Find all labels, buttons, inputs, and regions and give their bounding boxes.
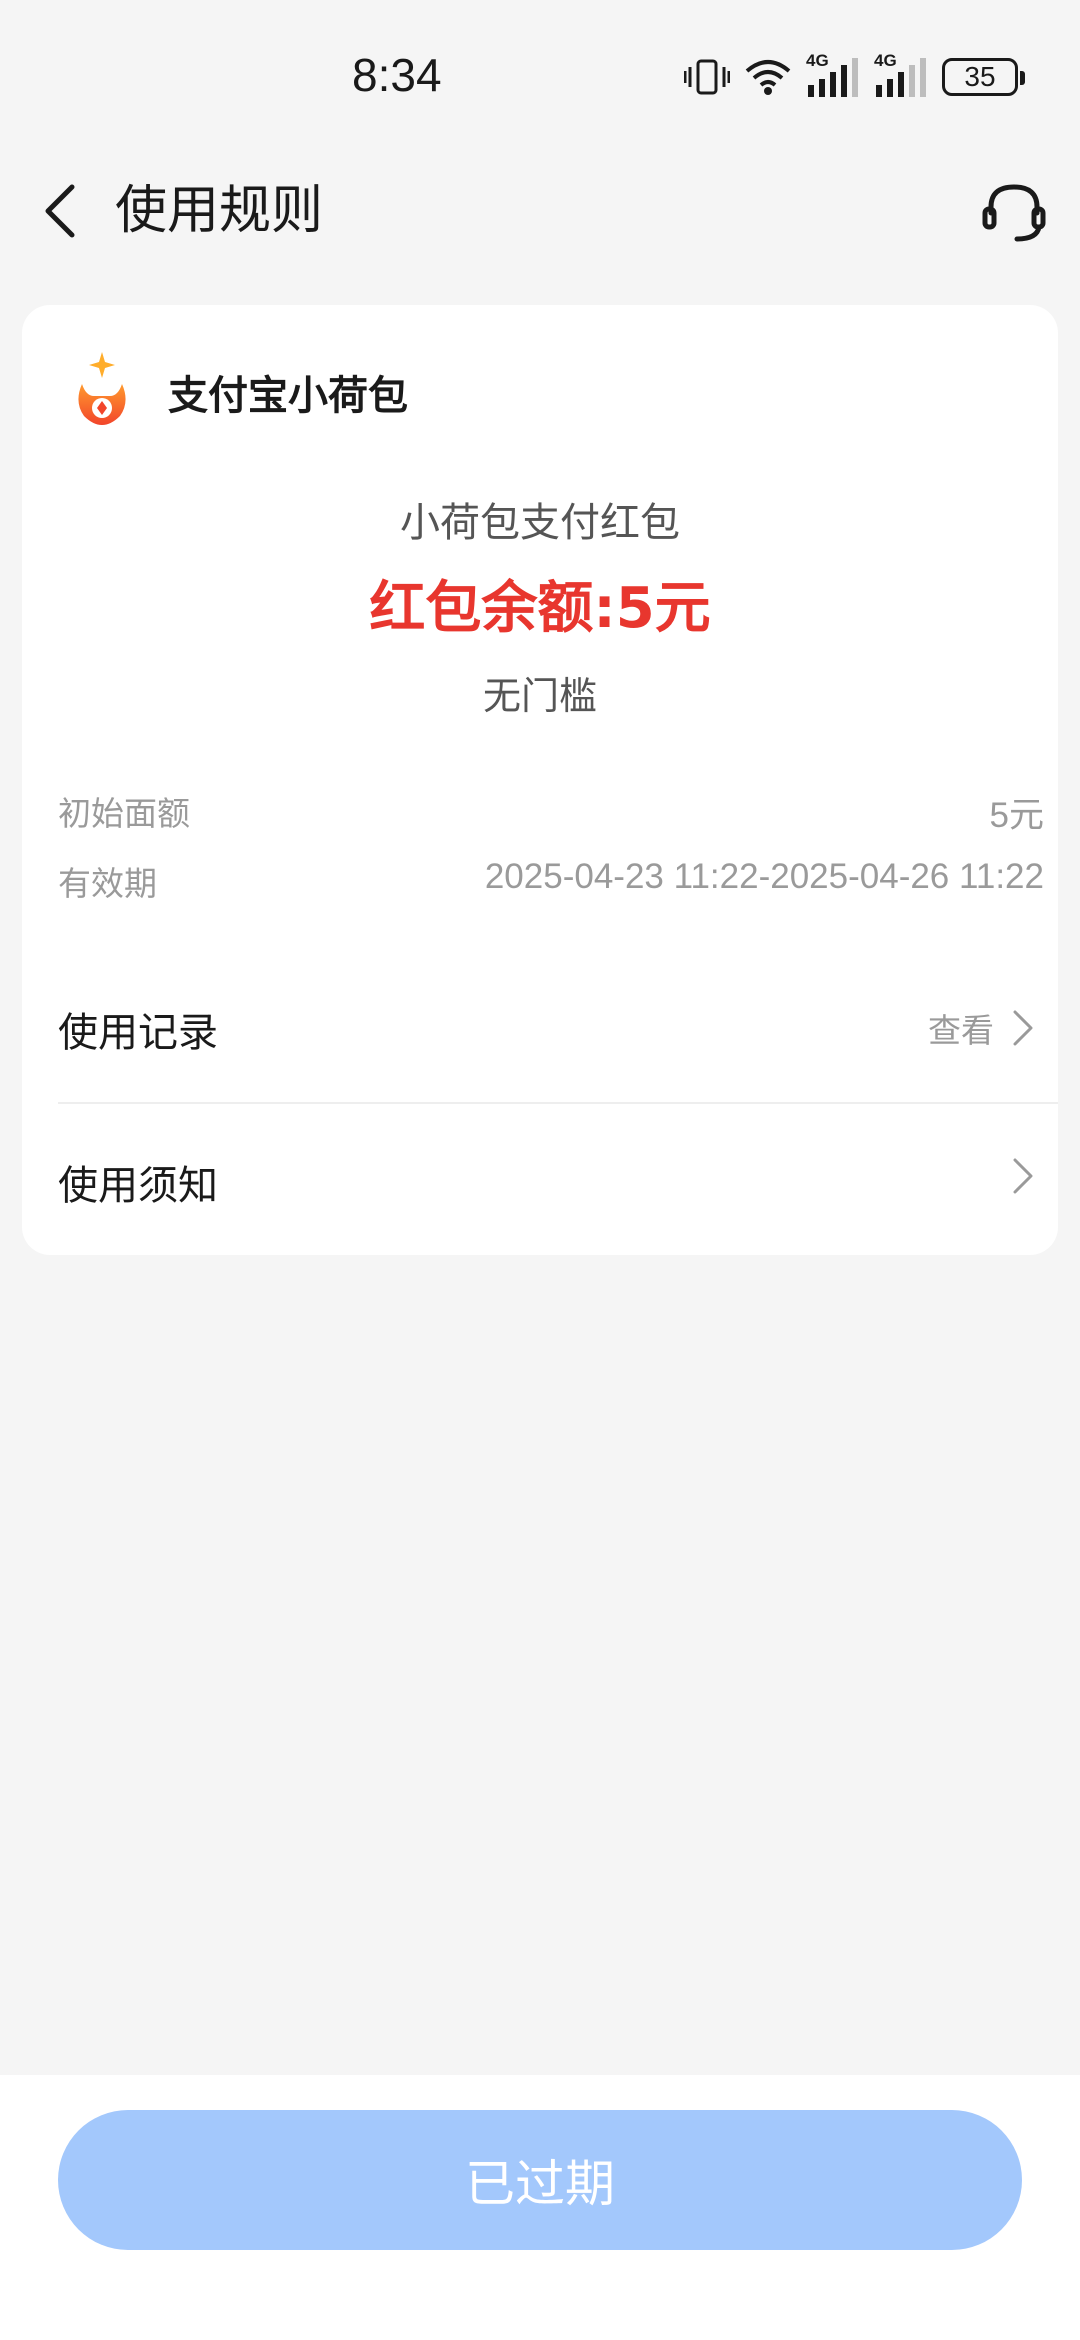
info-row-initial-amount: 初始面额 5元: [58, 787, 1044, 837]
bottom-bar: 已过期: [0, 2075, 1080, 2340]
link-label: 使用记录: [58, 1010, 218, 1056]
chevron-right-icon: [1013, 1010, 1033, 1046]
coupon-condition: 无门槛: [482, 674, 597, 718]
expired-button[interactable]: 已过期: [58, 2110, 1022, 2250]
link-right: [1012, 1157, 1034, 1195]
wifi-icon: [745, 60, 791, 95]
info-label: 初始面额: [58, 794, 190, 833]
customer-service-button[interactable]: [978, 176, 1050, 248]
signal-icon: [808, 58, 858, 97]
brand-row: 支付宝小荷包: [70, 347, 408, 437]
battery-level: 35: [964, 61, 996, 92]
status-time: 8:34: [352, 49, 442, 101]
usage-notice-row[interactable]: 使用须知: [58, 1123, 1054, 1233]
signal-group-2: 4G: [874, 51, 928, 99]
xiaohebao-logo-icon: [78, 352, 126, 425]
status-icons: 4G 4G 35: [684, 51, 1025, 102]
view-link[interactable]: 查看: [928, 1004, 994, 1052]
signal-group-1: 4G: [806, 51, 860, 99]
info-value: 5元: [989, 796, 1044, 835]
info-value: 2025-04-23 11:22-2025-04-26 11:22: [484, 857, 1044, 896]
link-label: 使用须知: [58, 1163, 218, 1209]
info-row-validity: 有效期 2025-04-23 11:22-2025-04-26 11:22: [58, 857, 1044, 907]
usage-record-row[interactable]: 使用记录 查看: [58, 970, 1054, 1080]
divider: [58, 1102, 1058, 1104]
page-title: 使用规则: [115, 181, 324, 241]
chevron-left-icon: [45, 184, 75, 238]
back-button[interactable]: [30, 176, 90, 246]
chevron-right-icon: [1013, 1158, 1033, 1194]
coupon-card: 支付宝小荷包 小荷包支付红包 红包余额:5元 无门槛 初始面额 5元 有效期 2…: [22, 305, 1058, 1255]
brand-name: 支付宝小荷包: [168, 373, 408, 419]
headset-icon: [982, 184, 1046, 242]
coupon-name: 小荷包支付红包: [400, 500, 680, 546]
status-bar: 8:34 4G 4G 35: [0, 0, 1080, 150]
page: 8:34 4G 4G 35 使用规则 支付宝小荷包 小荷包支付红包 红包余额:5…: [0, 0, 1080, 2340]
vibrate-icon: [684, 59, 730, 95]
header: 使用规则: [0, 150, 1080, 270]
info-label: 有效期: [58, 864, 157, 903]
signal-icon: [876, 58, 926, 97]
coupon-balance: 红包余额:5元: [369, 576, 711, 641]
link-right: 查看: [928, 1004, 1034, 1052]
battery-icon: 35: [942, 58, 1025, 96]
